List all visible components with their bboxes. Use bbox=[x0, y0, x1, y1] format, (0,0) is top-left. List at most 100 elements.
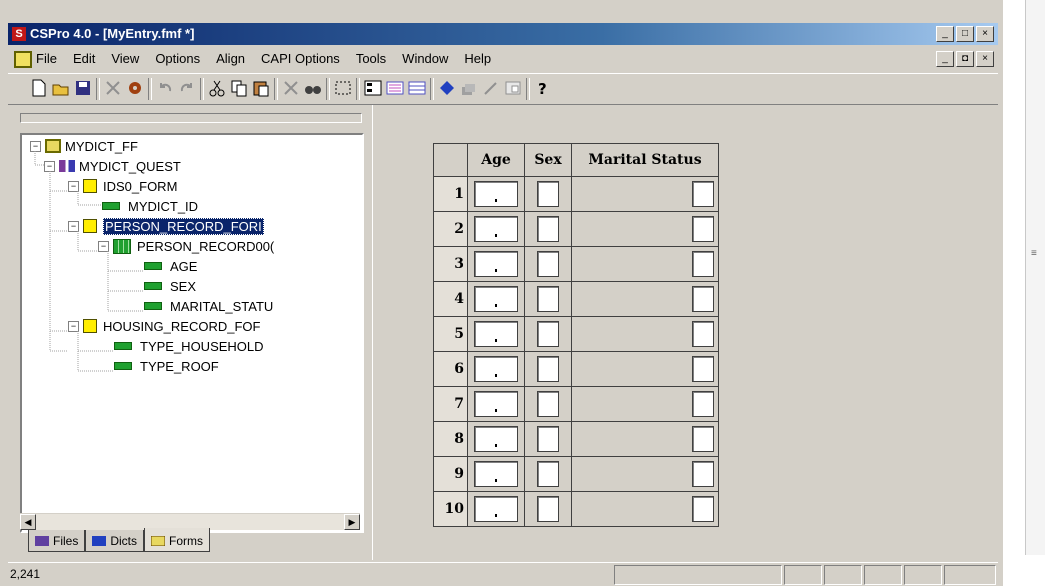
sex-field[interactable] bbox=[537, 356, 559, 382]
age-cell[interactable] bbox=[467, 281, 525, 317]
sex-cell[interactable] bbox=[524, 386, 572, 422]
scroll-right-icon[interactable]: ▶ bbox=[344, 514, 360, 530]
tab-forms[interactable]: Forms bbox=[144, 528, 211, 552]
sex-cell[interactable] bbox=[524, 421, 572, 457]
age-field[interactable] bbox=[474, 216, 518, 242]
roster-row[interactable]: 6 bbox=[433, 351, 719, 387]
delete-icon[interactable] bbox=[282, 79, 300, 97]
age-cell[interactable] bbox=[467, 211, 525, 247]
menu-edit[interactable]: Edit bbox=[73, 51, 95, 66]
menu-file[interactable]: File bbox=[36, 51, 57, 66]
save-icon[interactable] bbox=[74, 79, 92, 97]
roster-row[interactable]: 4 bbox=[433, 281, 719, 317]
sex-field[interactable] bbox=[537, 461, 559, 487]
roster-row[interactable]: 9 bbox=[433, 456, 719, 492]
marital-status-field[interactable] bbox=[692, 286, 714, 312]
field-icon[interactable] bbox=[386, 79, 404, 97]
sex-field[interactable] bbox=[537, 251, 559, 277]
sex-cell[interactable] bbox=[524, 211, 572, 247]
new-icon[interactable] bbox=[30, 79, 48, 97]
title-bar[interactable]: S CSPro 4.0 - [MyEntry.fmf *] _ □ × bbox=[8, 23, 998, 45]
roster-header-age[interactable]: Age bbox=[467, 143, 525, 177]
roster-row[interactable]: 7 bbox=[433, 386, 719, 422]
sex-field[interactable] bbox=[537, 391, 559, 417]
age-cell[interactable] bbox=[467, 491, 525, 527]
menu-capi-options[interactable]: CAPI Options bbox=[261, 51, 340, 66]
sex-field[interactable] bbox=[537, 321, 559, 347]
sex-field[interactable] bbox=[537, 496, 559, 522]
roster-row[interactable]: 2 bbox=[433, 211, 719, 247]
marital-status-cell[interactable] bbox=[571, 281, 719, 317]
menu-window[interactable]: Window bbox=[402, 51, 448, 66]
age-field[interactable] bbox=[474, 356, 518, 382]
age-field[interactable] bbox=[474, 461, 518, 487]
find-icon[interactable] bbox=[304, 79, 322, 97]
undo-icon[interactable] bbox=[156, 79, 174, 97]
marital-status-field[interactable] bbox=[692, 321, 714, 347]
marital-status-cell[interactable] bbox=[571, 421, 719, 457]
gear-icon[interactable] bbox=[126, 79, 144, 97]
marital-status-cell[interactable] bbox=[571, 456, 719, 492]
roster-row[interactable]: 5 bbox=[433, 316, 719, 352]
age-field[interactable] bbox=[474, 321, 518, 347]
sex-cell[interactable] bbox=[524, 456, 572, 492]
minimize-button[interactable]: _ bbox=[936, 26, 954, 42]
document-menu-icon[interactable] bbox=[14, 51, 32, 68]
menu-tools[interactable]: Tools bbox=[356, 51, 386, 66]
marital-status-field[interactable] bbox=[692, 496, 714, 522]
marital-status-field[interactable] bbox=[692, 181, 714, 207]
sex-cell[interactable] bbox=[524, 316, 572, 352]
tab-files[interactable]: Files bbox=[28, 530, 86, 552]
window-icon[interactable] bbox=[504, 79, 522, 97]
age-cell[interactable] bbox=[467, 456, 525, 492]
tab-dicts[interactable]: Dicts bbox=[85, 530, 145, 552]
menu-help[interactable]: Help bbox=[464, 51, 491, 66]
age-cell[interactable] bbox=[467, 421, 525, 457]
marital-status-cell[interactable] bbox=[571, 246, 719, 282]
roster-row[interactable]: 10 bbox=[433, 491, 719, 527]
scroll-left-icon[interactable]: ◀ bbox=[20, 514, 36, 530]
maximize-button[interactable]: □ bbox=[956, 26, 974, 42]
copy-icon[interactable] bbox=[230, 79, 248, 97]
roster-row[interactable]: 1 bbox=[433, 176, 719, 212]
sex-field[interactable] bbox=[537, 216, 559, 242]
roster-header-sex[interactable]: Sex bbox=[524, 143, 572, 177]
sex-field[interactable] bbox=[537, 286, 559, 312]
sex-cell[interactable] bbox=[524, 246, 572, 282]
marital-status-field[interactable] bbox=[692, 216, 714, 242]
marital-status-cell[interactable] bbox=[571, 211, 719, 247]
age-cell[interactable] bbox=[467, 386, 525, 422]
marital-status-field[interactable] bbox=[692, 426, 714, 452]
cspro-app-icon[interactable]: S bbox=[12, 27, 26, 41]
help-icon[interactable]: ? bbox=[534, 79, 552, 98]
close-button[interactable]: × bbox=[976, 26, 994, 42]
age-field[interactable] bbox=[474, 251, 518, 277]
doc-restore-button[interactable]: ◘ bbox=[956, 51, 974, 67]
size-grip[interactable] bbox=[944, 565, 996, 585]
marital-status-cell[interactable] bbox=[571, 176, 719, 212]
sex-cell[interactable] bbox=[524, 176, 572, 212]
doc-minimize-button[interactable]: _ bbox=[936, 51, 954, 67]
sex-cell[interactable] bbox=[524, 351, 572, 387]
marital-status-cell[interactable] bbox=[571, 316, 719, 352]
outer-scrollbar[interactable]: ≡ bbox=[1025, 0, 1045, 555]
doc-close-button[interactable]: × bbox=[976, 51, 994, 67]
roster-header-marital-status[interactable]: Marital Status bbox=[571, 143, 719, 177]
open-icon[interactable] bbox=[52, 79, 70, 97]
age-field[interactable] bbox=[474, 426, 518, 452]
age-field[interactable] bbox=[474, 286, 518, 312]
marital-status-field[interactable] bbox=[692, 251, 714, 277]
select-icon[interactable] bbox=[334, 79, 352, 97]
age-field[interactable] bbox=[474, 391, 518, 417]
age-cell[interactable] bbox=[467, 246, 525, 282]
sex-cell[interactable] bbox=[524, 491, 572, 527]
marital-status-cell[interactable] bbox=[571, 351, 719, 387]
drop-icon[interactable] bbox=[438, 79, 456, 97]
roster-icon[interactable] bbox=[364, 79, 382, 97]
paste-icon[interactable] bbox=[252, 79, 270, 97]
menu-view[interactable]: View bbox=[111, 51, 139, 66]
sex-field[interactable] bbox=[537, 426, 559, 452]
sex-cell[interactable] bbox=[524, 281, 572, 317]
menu-options[interactable]: Options bbox=[155, 51, 200, 66]
age-cell[interactable] bbox=[467, 351, 525, 387]
